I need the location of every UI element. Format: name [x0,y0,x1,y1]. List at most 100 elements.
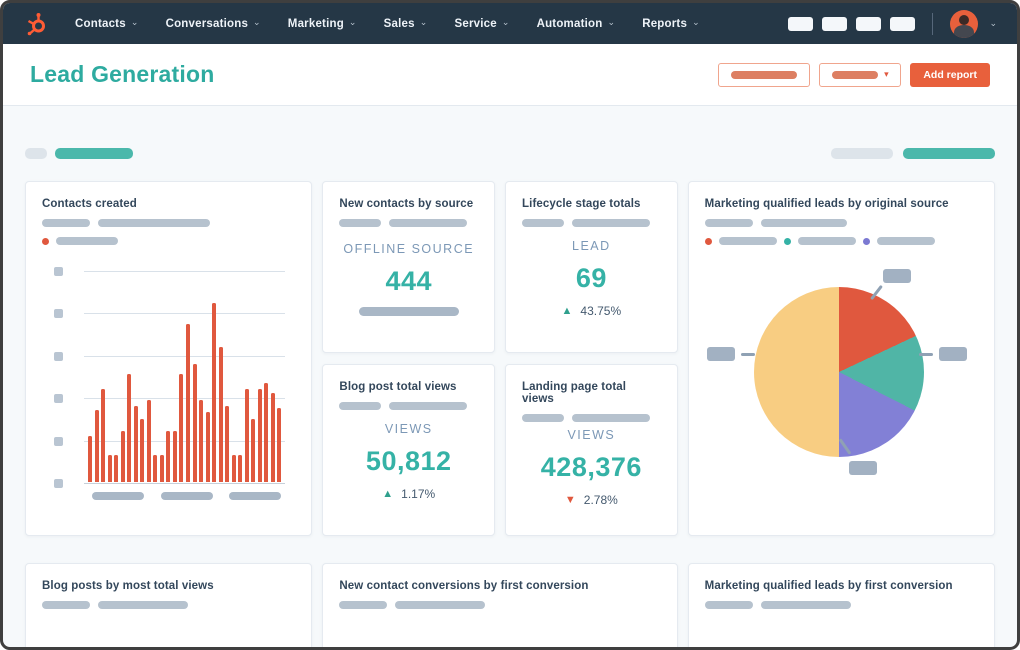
card-blog-posts-by-most-total-views[interactable]: Blog posts by most total views [25,563,313,647]
redacted-axis-tick [54,267,63,276]
filter-pill-placeholder[interactable] [55,148,133,159]
redacted-legend-label [56,237,118,245]
hubspot-logo-icon[interactable] [23,11,49,37]
nav-tool-icon[interactable] [890,16,916,31]
card-lifecycle-stage-totals[interactable]: Lifecycle stage totals LEAD 69 ▲ 43.75% [505,181,678,353]
filter-pill-placeholder[interactable] [831,148,893,159]
card-new-contact-conversions[interactable]: New contact conversions by first convers… [322,563,678,647]
bar[interactable] [185,323,190,482]
filter-pill-placeholder[interactable] [903,148,995,159]
delta-indicator: ▼ 2.78% [565,493,618,507]
redacted-text-bar [42,219,90,227]
chevron-down-icon[interactable]: ⌄ [989,18,997,29]
nav-tool-icon[interactable] [822,16,848,31]
bar[interactable] [107,454,112,482]
redacted-text-bar [572,414,651,422]
bar[interactable] [179,374,184,482]
bar[interactable] [244,389,249,482]
metric-value: 444 [385,265,432,296]
dashboard-actions-button[interactable] [718,62,811,87]
nav-item-automation[interactable]: Automation ⌄ [536,17,616,30]
delta-value: 43.75% [580,304,622,318]
nav-tool-icon[interactable] [856,16,882,31]
card-landing-page-total-views[interactable]: Landing page total views VIEWS 428,376 ▼… [505,364,678,536]
bar[interactable] [257,389,262,482]
card-new-contacts-by-source[interactable]: New contacts by source OFFLINE SOURCE 44… [322,181,496,353]
top-nav: Contacts ⌄ Conversations ⌄ Marketing ⌄ Sale… [3,3,1017,44]
bar[interactable] [270,393,275,482]
bar[interactable] [94,410,99,482]
redacted-axis-label [229,492,282,500]
filter-pill-placeholder[interactable] [25,148,47,159]
nav-utilities: ⌄ [788,9,997,38]
bar[interactable] [146,399,151,482]
bar[interactable] [140,418,145,482]
metric-value: 69 [575,263,607,293]
bar[interactable] [153,454,158,482]
dashboard-filter-dropdown[interactable]: ▾ [819,62,902,87]
bar[interactable] [231,454,236,482]
redacted-text-bar [760,601,851,609]
bar[interactable] [264,382,269,482]
card-mql-by-original-source[interactable]: Marketing qualified leads by original so… [687,181,996,536]
nav-divider [932,12,934,35]
bar[interactable] [172,431,177,482]
arrow-down-icon: ▼ [564,494,576,506]
bar[interactable] [192,363,197,482]
card-title: New contacts by source [339,198,474,210]
bar[interactable] [218,346,223,482]
nav-item-label: Conversations [165,17,249,30]
redacted-text-bar [42,601,90,609]
add-report-button[interactable]: Add report [910,62,990,87]
redacted-text-bar [522,414,565,422]
bar[interactable] [251,418,256,482]
bar-chart-x-axis [92,492,282,500]
nav-item-label: Automation [536,17,603,30]
nav-tool-icon[interactable] [788,16,814,31]
metric-label: LEAD [572,239,611,253]
card-blog-post-total-views[interactable]: Blog post total views VIEWS 50,812 ▲ 1.1… [322,364,496,536]
bar[interactable] [238,454,243,482]
pie-callout-label [848,461,877,475]
bar[interactable] [166,431,171,482]
nav-item-contacts[interactable]: Contacts ⌄ [75,17,139,30]
bar[interactable] [120,431,125,482]
dashboard-filter-row [25,148,995,159]
bar[interactable] [127,374,132,482]
pie-callout-line [918,353,933,356]
nav-item-sales[interactable]: Sales ⌄ [384,17,428,30]
bar[interactable] [159,454,164,482]
delta-value: 1.17% [401,487,436,501]
redacted-text-bar [395,601,486,609]
nav-item-conversations[interactable]: Conversations ⌄ [165,17,261,30]
metric-value: 428,376 [540,452,642,482]
bar[interactable] [212,302,217,482]
delta-indicator: ▲ 1.17% [382,487,435,501]
chevron-down-icon: ⌄ [130,17,139,27]
redacted-axis-tick [54,436,63,446]
metric-value: 50,812 [365,446,452,476]
card-title: Marketing qualified leads by original so… [704,198,949,210]
user-avatar[interactable] [950,9,979,38]
card-mql-by-first-conversion[interactable]: Marketing qualified leads by first conve… [687,563,996,647]
bar[interactable] [88,435,92,482]
bar[interactable] [114,454,119,482]
nav-item-marketing[interactable]: Marketing ⌄ [288,17,357,30]
nav-menu: Contacts ⌄ Conversations ⌄ Marketing ⌄ Sale… [75,17,700,30]
chevron-down-icon: ⌄ [501,17,510,27]
bar[interactable] [225,406,230,482]
card-title: Contacts created [42,198,137,210]
bar[interactable] [277,408,282,482]
bar[interactable] [205,412,210,482]
bar[interactable] [133,406,138,482]
nav-item-reports[interactable]: Reports ⌄ [642,17,700,30]
nav-item-label: Service [454,17,497,30]
bar[interactable] [199,399,204,482]
redacted-text-bar [704,601,753,609]
card-contacts-created[interactable]: Contacts created [25,181,313,536]
card-title: Marketing qualified leads by first conve… [704,580,953,592]
chevron-down-icon: ⌄ [692,17,700,27]
nav-item-service[interactable]: Service ⌄ [454,17,510,30]
redacted-axis-tick [54,351,63,361]
bar[interactable] [101,389,106,482]
